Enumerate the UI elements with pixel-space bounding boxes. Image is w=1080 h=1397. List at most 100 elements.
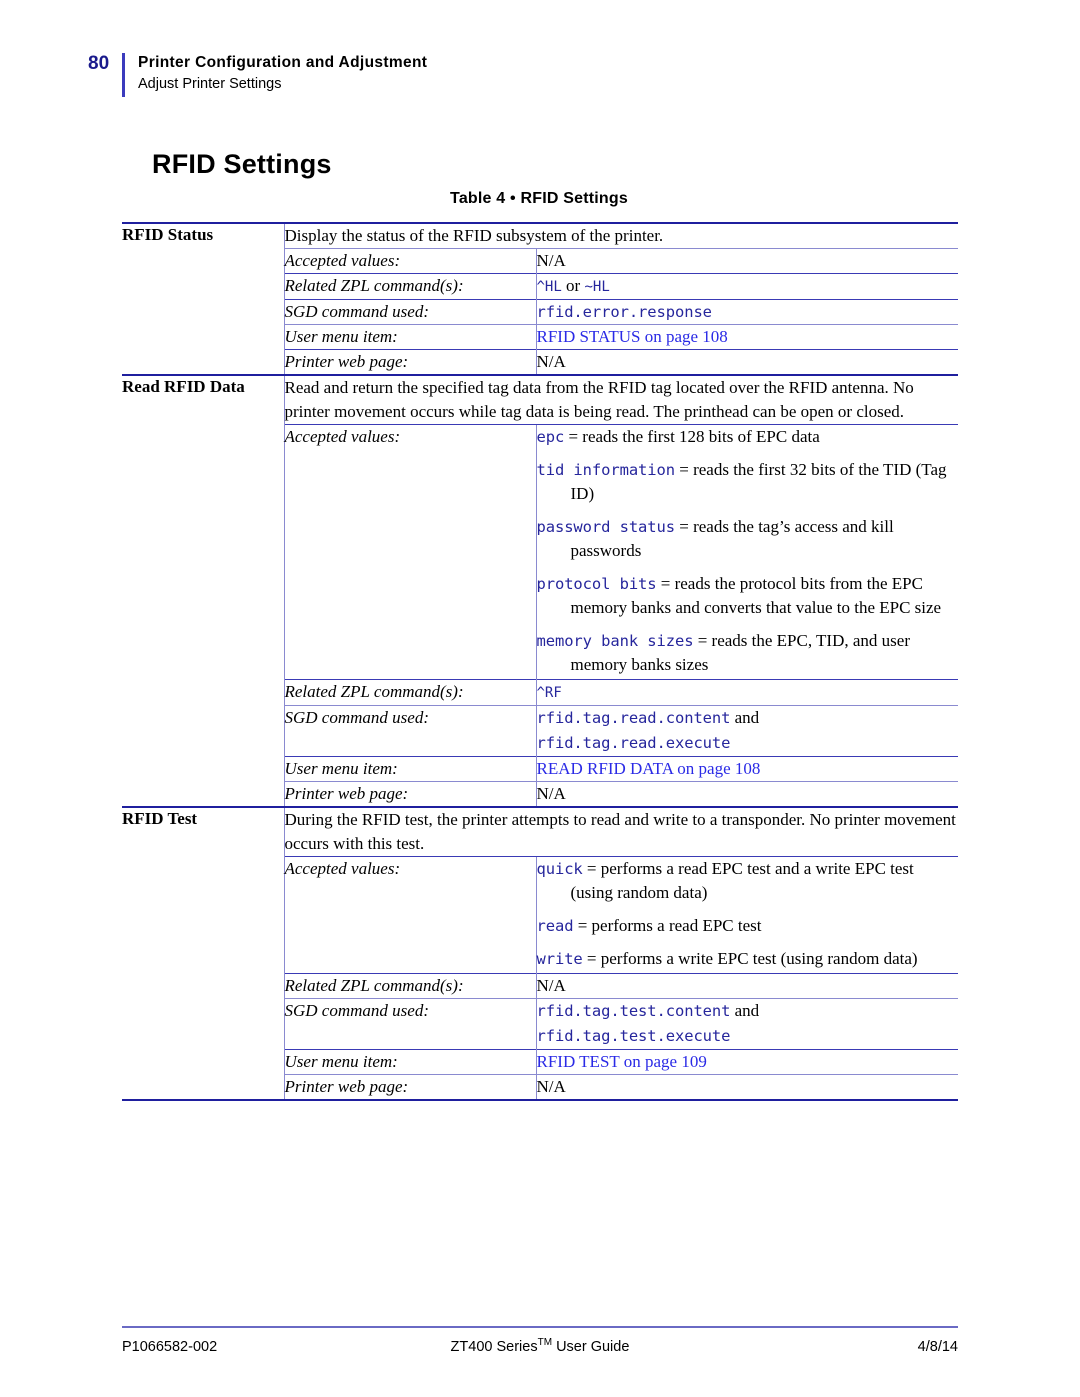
value-printer-web: N/A — [535, 349, 958, 375]
footer-date: 4/8/14 — [917, 1338, 958, 1355]
value-related-zpl: N/A — [535, 973, 958, 999]
value-user-menu: RFID STATUS on page 108 — [535, 324, 958, 350]
spacer-cell — [122, 300, 284, 325]
page-number: 80 — [88, 53, 110, 74]
section-name-rfid-test: RFID Test — [122, 806, 284, 857]
value-sgd-command: rfid.tag.read.content and rfid.tag.read.… — [535, 705, 959, 757]
page-footer: P1066582-002 ZT400 SeriesTM User Guide 4… — [122, 1337, 958, 1355]
accepted-value-code: protocol bits — [536, 575, 657, 593]
accepted-value-item: quick = performs a read EPC test and a w… — [537, 857, 959, 905]
field-label-printer-web: Printer web page: — [283, 781, 536, 807]
footer-guide-title: ZT400 SeriesTM User Guide — [398, 1337, 682, 1355]
spacer-cell — [122, 1050, 284, 1075]
page-title: RFID Settings — [152, 149, 332, 180]
spacer-cell — [122, 350, 284, 376]
zpl-command-2: ~HL — [584, 279, 610, 295]
spacer-cell — [122, 274, 284, 300]
header-text-block: Printer Configuration and Adjustment Adj… — [138, 52, 427, 94]
spacer-cell — [122, 425, 284, 680]
table-row: SGD command used: rfid.error.response — [122, 299, 958, 325]
accepted-value-code: write — [536, 950, 583, 968]
table-row: Read RFID Data Read and return the speci… — [122, 374, 958, 425]
sgd-command-text: rfid.tag.read.content — [536, 709, 731, 727]
spacer-cell — [122, 757, 284, 782]
value-accepted-values-list: quick = performs a read EPC test and a w… — [535, 856, 959, 974]
accepted-value-text: = performs a write EPC test (using rando… — [582, 949, 918, 968]
header-vertical-rule — [122, 53, 125, 97]
sgd-command-line: rfid.tag.read.execute — [537, 731, 959, 755]
zpl-command-1: ^HL — [536, 279, 562, 295]
cross-reference-link[interactable]: READ RFID DATA on page 108 — [537, 759, 761, 778]
value-printer-web: N/A — [535, 1074, 958, 1101]
value-related-zpl: ^RF — [535, 679, 958, 706]
accepted-value-item: protocol bits = reads the protocol bits … — [537, 572, 959, 620]
field-label-related-zpl: Related ZPL command(s): — [283, 973, 536, 999]
table-row: User menu item: RFID STATUS on page 108 — [122, 324, 958, 350]
accepted-value-code: password status — [536, 518, 676, 536]
header-chapter-title: Printer Configuration and Adjustment — [138, 54, 428, 71]
table-row: Related ZPL command(s): ^RF — [122, 679, 958, 706]
accepted-value-code: read — [536, 917, 574, 935]
value-sgd-command: rfid.error.response — [535, 299, 958, 325]
footer-divider — [122, 1326, 958, 1329]
field-label-user-menu: User menu item: — [283, 756, 536, 782]
footer-document-number: P1066582-002 — [122, 1338, 218, 1355]
field-label-sgd-command: SGD command used: — [283, 299, 536, 325]
value-printer-web: N/A — [535, 781, 958, 807]
accepted-value-text: = performs a read EPC test — [573, 916, 762, 935]
sgd-command-text: rfid.error.response — [536, 303, 713, 321]
value-accepted-values: N/A — [535, 248, 958, 274]
cross-reference-link[interactable]: RFID TEST on page 109 — [537, 1052, 707, 1071]
spacer-cell — [122, 974, 284, 999]
accepted-value-item: epc = reads the first 128 bits of EPC da… — [537, 425, 959, 449]
section-name-read-rfid-data: Read RFID Data — [122, 374, 284, 425]
field-label-user-menu: User menu item: — [283, 324, 536, 350]
footer-guide-name: ZT400 Series — [450, 1338, 538, 1355]
spacer-cell — [122, 782, 284, 808]
table-row: RFID Status Display the status of the RF… — [122, 222, 958, 249]
field-label-accepted-values: Accepted values: — [283, 424, 536, 680]
table-row: Printer web page: N/A — [122, 781, 958, 808]
accepted-value-text: = reads the first 128 bits of EPC data — [564, 427, 820, 446]
zpl-command-1: ^RF — [536, 685, 562, 701]
field-label-sgd-command: SGD command used: — [283, 998, 536, 1050]
sgd-command-line: rfid.tag.read.content and — [537, 706, 959, 730]
field-label-sgd-command: SGD command used: — [283, 705, 536, 757]
section-name-rfid-status: RFID Status — [122, 222, 284, 249]
cross-reference-link[interactable]: RFID STATUS on page 108 — [537, 327, 728, 346]
table-row: Printer web page: N/A — [122, 1074, 958, 1101]
sgd-command-text: rfid.tag.read.execute — [536, 734, 731, 752]
accepted-value-item: password status = reads the tag’s access… — [537, 515, 959, 563]
accepted-value-code: epc — [536, 428, 565, 446]
zpl-joiner: or — [561, 276, 585, 295]
sgd-command-line: rfid.tag.test.execute — [537, 1024, 959, 1048]
section-description-read-rfid-data: Read and return the specified tag data f… — [283, 374, 958, 425]
table-row: User menu item: RFID TEST on page 109 — [122, 1049, 958, 1075]
accepted-value-text: = performs a read EPC test and a write E… — [570, 859, 914, 902]
table-row: Related ZPL command(s): ^HL or ~HL — [122, 273, 958, 300]
spacer-cell — [122, 249, 284, 274]
spacer-cell — [122, 680, 284, 706]
header-section-subtitle: Adjust Printer Settings — [138, 76, 282, 92]
accepted-value-code: quick — [536, 860, 583, 878]
sgd-command-text: rfid.tag.test.content — [536, 1002, 731, 1020]
section-description-rfid-test: During the RFID test, the printer attemp… — [283, 806, 958, 857]
table-row: Accepted values: quick = performs a read… — [122, 856, 959, 974]
spacer-cell — [122, 999, 284, 1050]
accepted-value-item: write = performs a write EPC test (using… — [537, 947, 959, 971]
field-label-printer-web: Printer web page: — [283, 349, 536, 375]
footer-guide-tail: User Guide — [552, 1338, 630, 1355]
sgd-command-line: rfid.tag.test.content and — [537, 999, 959, 1023]
table-row: RFID Test During the RFID test, the prin… — [122, 806, 958, 857]
trademark-icon: TM — [537, 1337, 553, 1348]
sgd-command-joiner: and — [730, 1001, 760, 1020]
accepted-value-code: memory bank sizes — [536, 632, 694, 650]
spacer-cell — [122, 325, 284, 350]
table-row: Accepted values: epc = reads the first 1… — [122, 424, 959, 680]
running-header: 80 Printer Configuration and Adjustment … — [88, 52, 427, 97]
sgd-command-joiner: and — [730, 708, 760, 727]
table-row: Related ZPL command(s): N/A — [122, 973, 958, 999]
accepted-value-item: tid information = reads the first 32 bit… — [537, 458, 959, 506]
field-label-accepted-values: Accepted values: — [283, 248, 536, 274]
spacer-cell — [122, 857, 284, 974]
